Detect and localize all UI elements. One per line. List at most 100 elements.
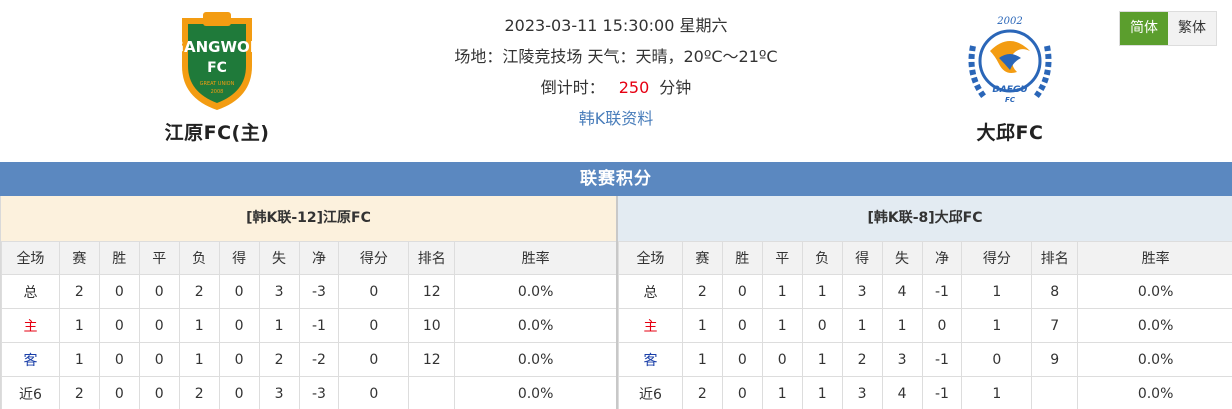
table-cell: 9 bbox=[1031, 342, 1079, 377]
table-cell: 3 bbox=[258, 274, 300, 309]
home-team: GANGWON FC GREAT UNION 2008 江原FC(主) bbox=[117, 6, 317, 145]
col-header: 赛 bbox=[58, 241, 100, 275]
col-header: 净 bbox=[298, 241, 340, 275]
countdown-label: 倒计时： bbox=[540, 78, 605, 97]
table-cell: 0 bbox=[721, 342, 763, 377]
table-cell: 0.0% bbox=[454, 308, 617, 343]
table-header-row: 全场 赛 胜 平 负 得 失 净 得分 排名 胜率 bbox=[1, 241, 617, 275]
away-standings-title: [韩K联-8]大邱FC bbox=[618, 196, 1232, 241]
col-header: 平 bbox=[761, 241, 803, 275]
table-cell: 1 bbox=[961, 308, 1033, 343]
table-cell: 1 bbox=[761, 274, 803, 309]
traditional-chinese-button[interactable]: 繁体 bbox=[1168, 12, 1216, 45]
table-cell: 2 bbox=[178, 274, 220, 309]
table-cell: -3 bbox=[298, 274, 340, 309]
table-cell: 0 bbox=[801, 308, 843, 343]
simplified-chinese-button[interactable]: 简体 bbox=[1120, 12, 1168, 45]
table-cell: 0.0% bbox=[454, 342, 617, 377]
table-cell: 2 bbox=[58, 376, 100, 409]
league-info-link[interactable]: 韩K联资料 bbox=[579, 109, 654, 128]
section-title: 联赛积分 bbox=[0, 162, 1232, 196]
home-team-name: 江原FC(主) bbox=[164, 122, 270, 144]
table-cell: 2 bbox=[681, 376, 723, 409]
table-cell: 1 bbox=[881, 308, 923, 343]
table-cell: 2 bbox=[258, 342, 300, 377]
table-cell: -1 bbox=[921, 342, 963, 377]
table-cell: 1 bbox=[961, 376, 1033, 409]
venue-weather: 场地：江陵竞技场 天气：天晴，20ºC～21ºC bbox=[454, 47, 778, 66]
table-cell: 0 bbox=[138, 342, 180, 377]
table-cell: -3 bbox=[298, 376, 340, 409]
away-team: 2002 DAEGU FC 大邱FC bbox=[910, 6, 1110, 145]
table-cell: 0 bbox=[218, 376, 260, 409]
svg-text:FC: FC bbox=[207, 60, 227, 76]
table-cell: 3 bbox=[881, 342, 923, 377]
svg-text:2008: 2008 bbox=[211, 89, 224, 95]
away-standings-table: 全场 赛 胜 平 负 得 失 净 得分 排名 胜率 总 2 0 1 1 3 4 -1 1 8 0.0… bbox=[618, 241, 1232, 409]
svg-text:2002: 2002 bbox=[996, 16, 1022, 27]
col-header: 得 bbox=[218, 241, 260, 275]
table-cell: 0 bbox=[761, 342, 803, 377]
table-cell: 0.0% bbox=[454, 274, 617, 309]
table-cell: 12 bbox=[408, 342, 456, 377]
table-cell: 1 bbox=[961, 274, 1033, 309]
language-switch: 简体 繁体 bbox=[1119, 11, 1217, 46]
row-label: 主 bbox=[1, 308, 60, 343]
match-datetime: 2023-03-11 15:30:00 星期六 bbox=[504, 16, 728, 35]
col-header: 胜率 bbox=[454, 241, 617, 275]
col-header: 失 bbox=[881, 241, 923, 275]
table-cell: 0 bbox=[138, 274, 180, 309]
home-standings-panel: [韩K联-12]江原FC 全场 赛 胜 平 负 得 失 净 得分 排名 胜率 总… bbox=[0, 196, 617, 409]
table-cell: 1 bbox=[761, 376, 803, 409]
table-cell: 0 bbox=[218, 274, 260, 309]
table-cell: 0.0% bbox=[1077, 376, 1232, 409]
countdown-value: 250 bbox=[618, 78, 650, 97]
col-header: 全场 bbox=[1, 241, 60, 275]
table-cell: 0 bbox=[138, 308, 180, 343]
col-header: 净 bbox=[921, 241, 963, 275]
table-cell: 0.0% bbox=[1077, 274, 1232, 309]
table-cell: -1 bbox=[298, 308, 340, 343]
col-header: 平 bbox=[138, 241, 180, 275]
table-cell: 3 bbox=[841, 274, 883, 309]
table-row: 客 1 0 0 1 0 2 -2 0 12 0.0% bbox=[1, 342, 617, 377]
col-header: 得分 bbox=[338, 241, 410, 275]
table-cell: 0 bbox=[138, 376, 180, 409]
table-row: 总 2 0 0 2 0 3 -3 0 12 0.0% bbox=[1, 274, 617, 309]
table-cell: 2 bbox=[681, 274, 723, 309]
match-header: GANGWON FC GREAT UNION 2008 江原FC(主) 2023… bbox=[0, 0, 1232, 162]
table-cell: 0 bbox=[218, 308, 260, 343]
table-cell: 0 bbox=[98, 308, 140, 343]
table-cell: 0 bbox=[98, 274, 140, 309]
table-cell: 0 bbox=[338, 274, 410, 309]
table-row: 主 1 0 1 0 1 1 0 1 7 0.0% bbox=[618, 308, 1232, 343]
table-cell: 1 bbox=[681, 342, 723, 377]
svg-text:FC: FC bbox=[1005, 96, 1016, 104]
table-cell: 12 bbox=[408, 274, 456, 309]
col-header: 负 bbox=[178, 241, 220, 275]
table-cell: 2 bbox=[58, 274, 100, 309]
table-cell: 1 bbox=[801, 376, 843, 409]
table-cell: 0 bbox=[961, 342, 1033, 377]
col-header: 得分 bbox=[961, 241, 1033, 275]
row-label: 主 bbox=[618, 308, 683, 343]
table-row: 近6 2 0 1 1 3 4 -1 1 0.0% bbox=[618, 376, 1232, 409]
table-cell: 0.0% bbox=[1077, 342, 1232, 377]
row-label: 近6 bbox=[618, 376, 683, 409]
col-header: 排名 bbox=[1031, 241, 1079, 275]
table-cell: 8 bbox=[1031, 274, 1079, 309]
table-cell: 4 bbox=[881, 376, 923, 409]
countdown-unit: 分钟 bbox=[659, 78, 692, 97]
table-cell: 1 bbox=[801, 342, 843, 377]
col-header: 排名 bbox=[408, 241, 456, 275]
table-cell: 0 bbox=[721, 376, 763, 409]
standings-tables: [韩K联-12]江原FC 全场 赛 胜 平 负 得 失 净 得分 排名 胜率 总… bbox=[0, 196, 1232, 409]
away-standings-panel: [韩K联-8]大邱FC 全场 赛 胜 平 负 得 失 净 得分 排名 胜率 总2… bbox=[616, 196, 1232, 409]
table-row: 总 2 0 1 1 3 4 -1 1 8 0.0% bbox=[618, 274, 1232, 309]
table-cell: 1 bbox=[178, 308, 220, 343]
table-cell: 0 bbox=[98, 342, 140, 377]
table-cell: 0 bbox=[218, 342, 260, 377]
table-cell: 1 bbox=[841, 308, 883, 343]
table-cell: 1 bbox=[58, 342, 100, 377]
table-cell: 0 bbox=[721, 308, 763, 343]
